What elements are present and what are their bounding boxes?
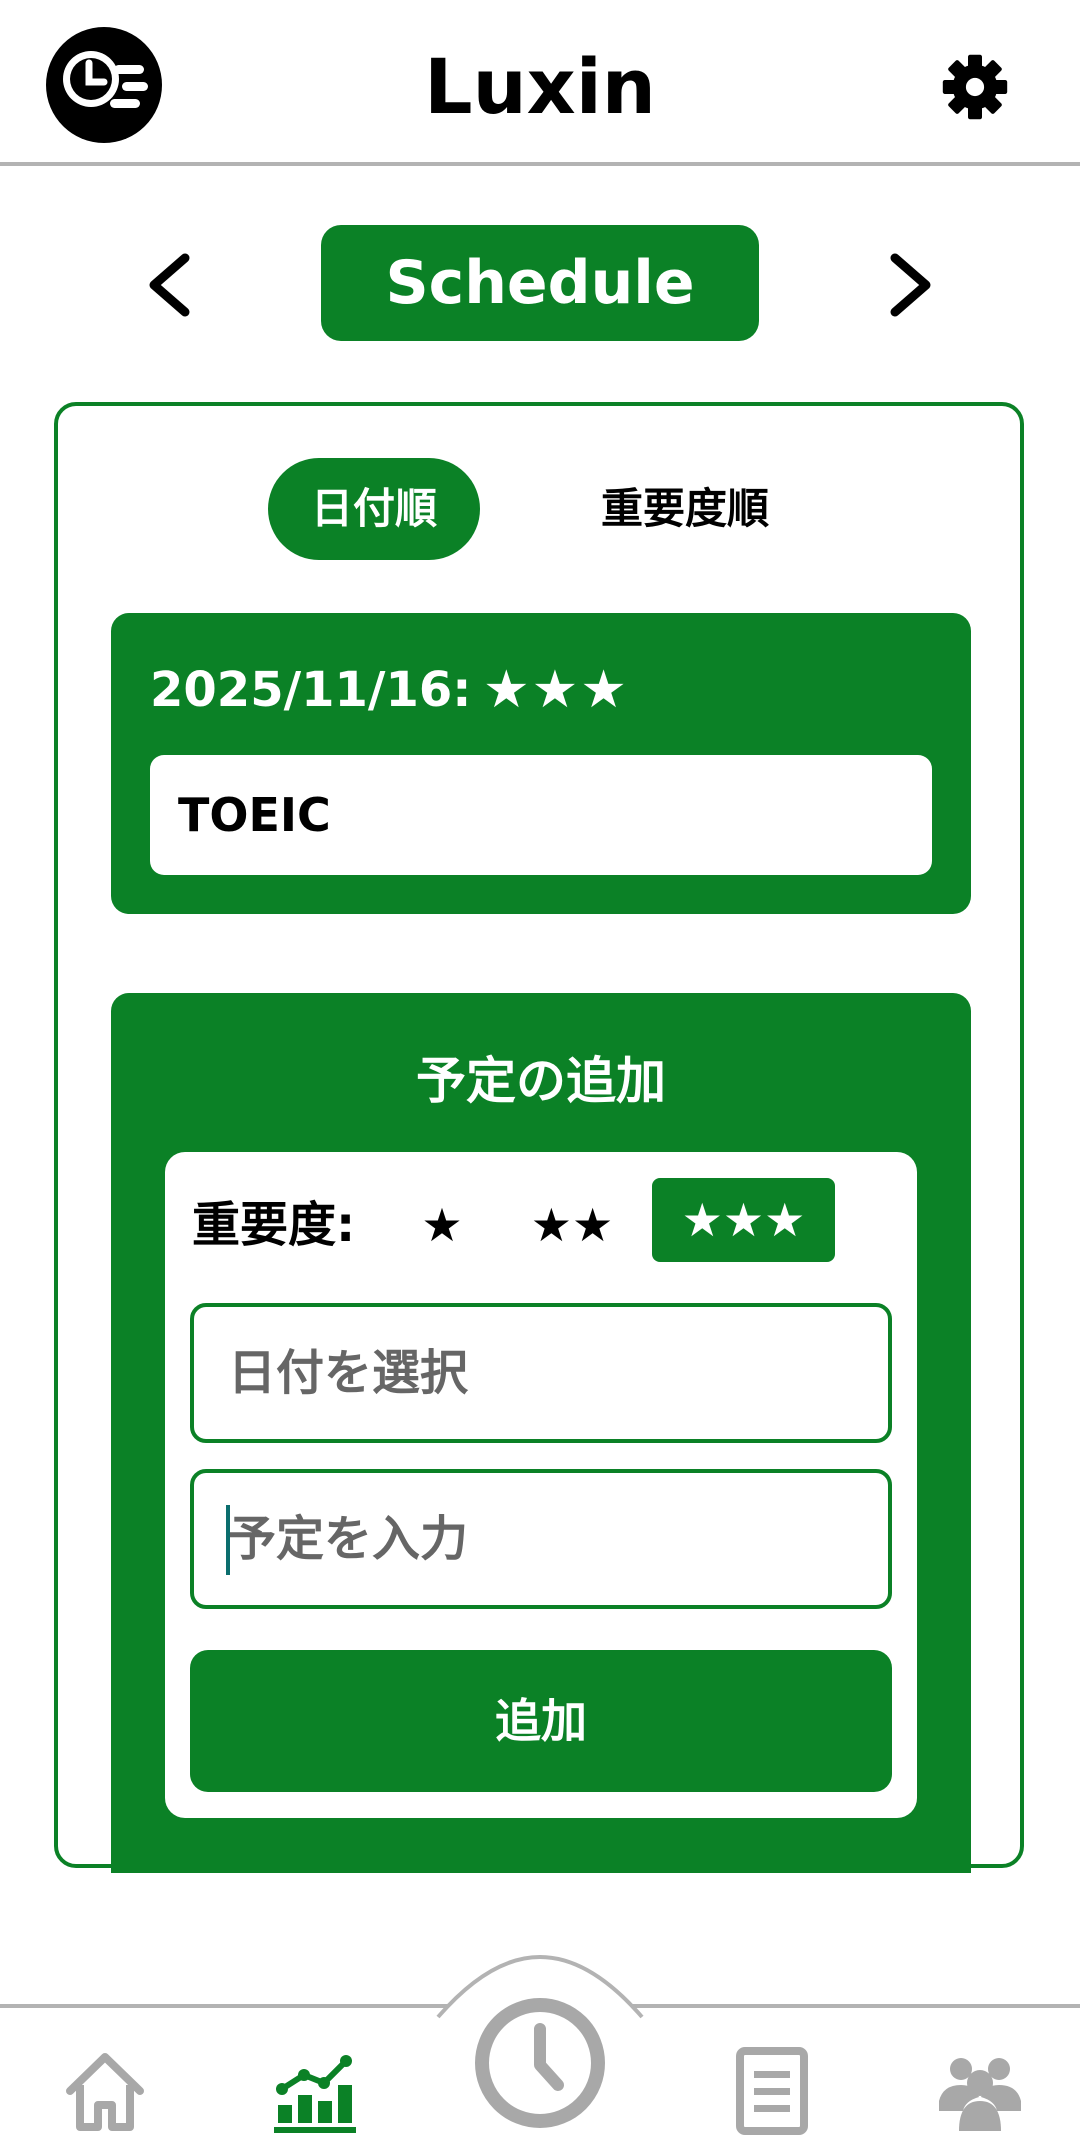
gear-icon[interactable] (940, 52, 1010, 122)
notes-icon[interactable] (728, 2045, 818, 2135)
header-divider (0, 162, 1080, 166)
importance-option-3[interactable]: ★★★ (652, 1178, 835, 1262)
event-date: 2025/11/16: (150, 662, 472, 718)
chevron-right-icon[interactable] (880, 250, 940, 320)
group-icon[interactable] (935, 2045, 1025, 2135)
event-title: TOEIC (178, 788, 331, 842)
chevron-left-icon[interactable] (140, 250, 200, 320)
event-importance-stars: ★★★ (483, 660, 629, 720)
importance-option-2[interactable]: ★★ (522, 1190, 622, 1260)
add-button[interactable]: 追加 (190, 1650, 892, 1792)
tab-sort-by-importance[interactable]: 重要度順 (560, 458, 810, 560)
importance-option-1[interactable]: ★ (412, 1190, 472, 1260)
stats-icon[interactable] (270, 2045, 360, 2135)
date-picker-field[interactable] (190, 1303, 892, 1443)
plan-input[interactable] (190, 1469, 892, 1609)
app-title: Luxin (424, 42, 656, 131)
schedule-title-pill: Schedule (321, 225, 759, 341)
add-event-title: 予定の追加 (416, 1052, 666, 1110)
clock-icon[interactable] (472, 1995, 608, 2131)
importance-label: 重要度: (192, 1197, 356, 1253)
text-cursor (226, 1505, 230, 1575)
home-icon[interactable] (60, 2045, 150, 2135)
tab-sort-by-date[interactable]: 日付順 (268, 458, 480, 560)
